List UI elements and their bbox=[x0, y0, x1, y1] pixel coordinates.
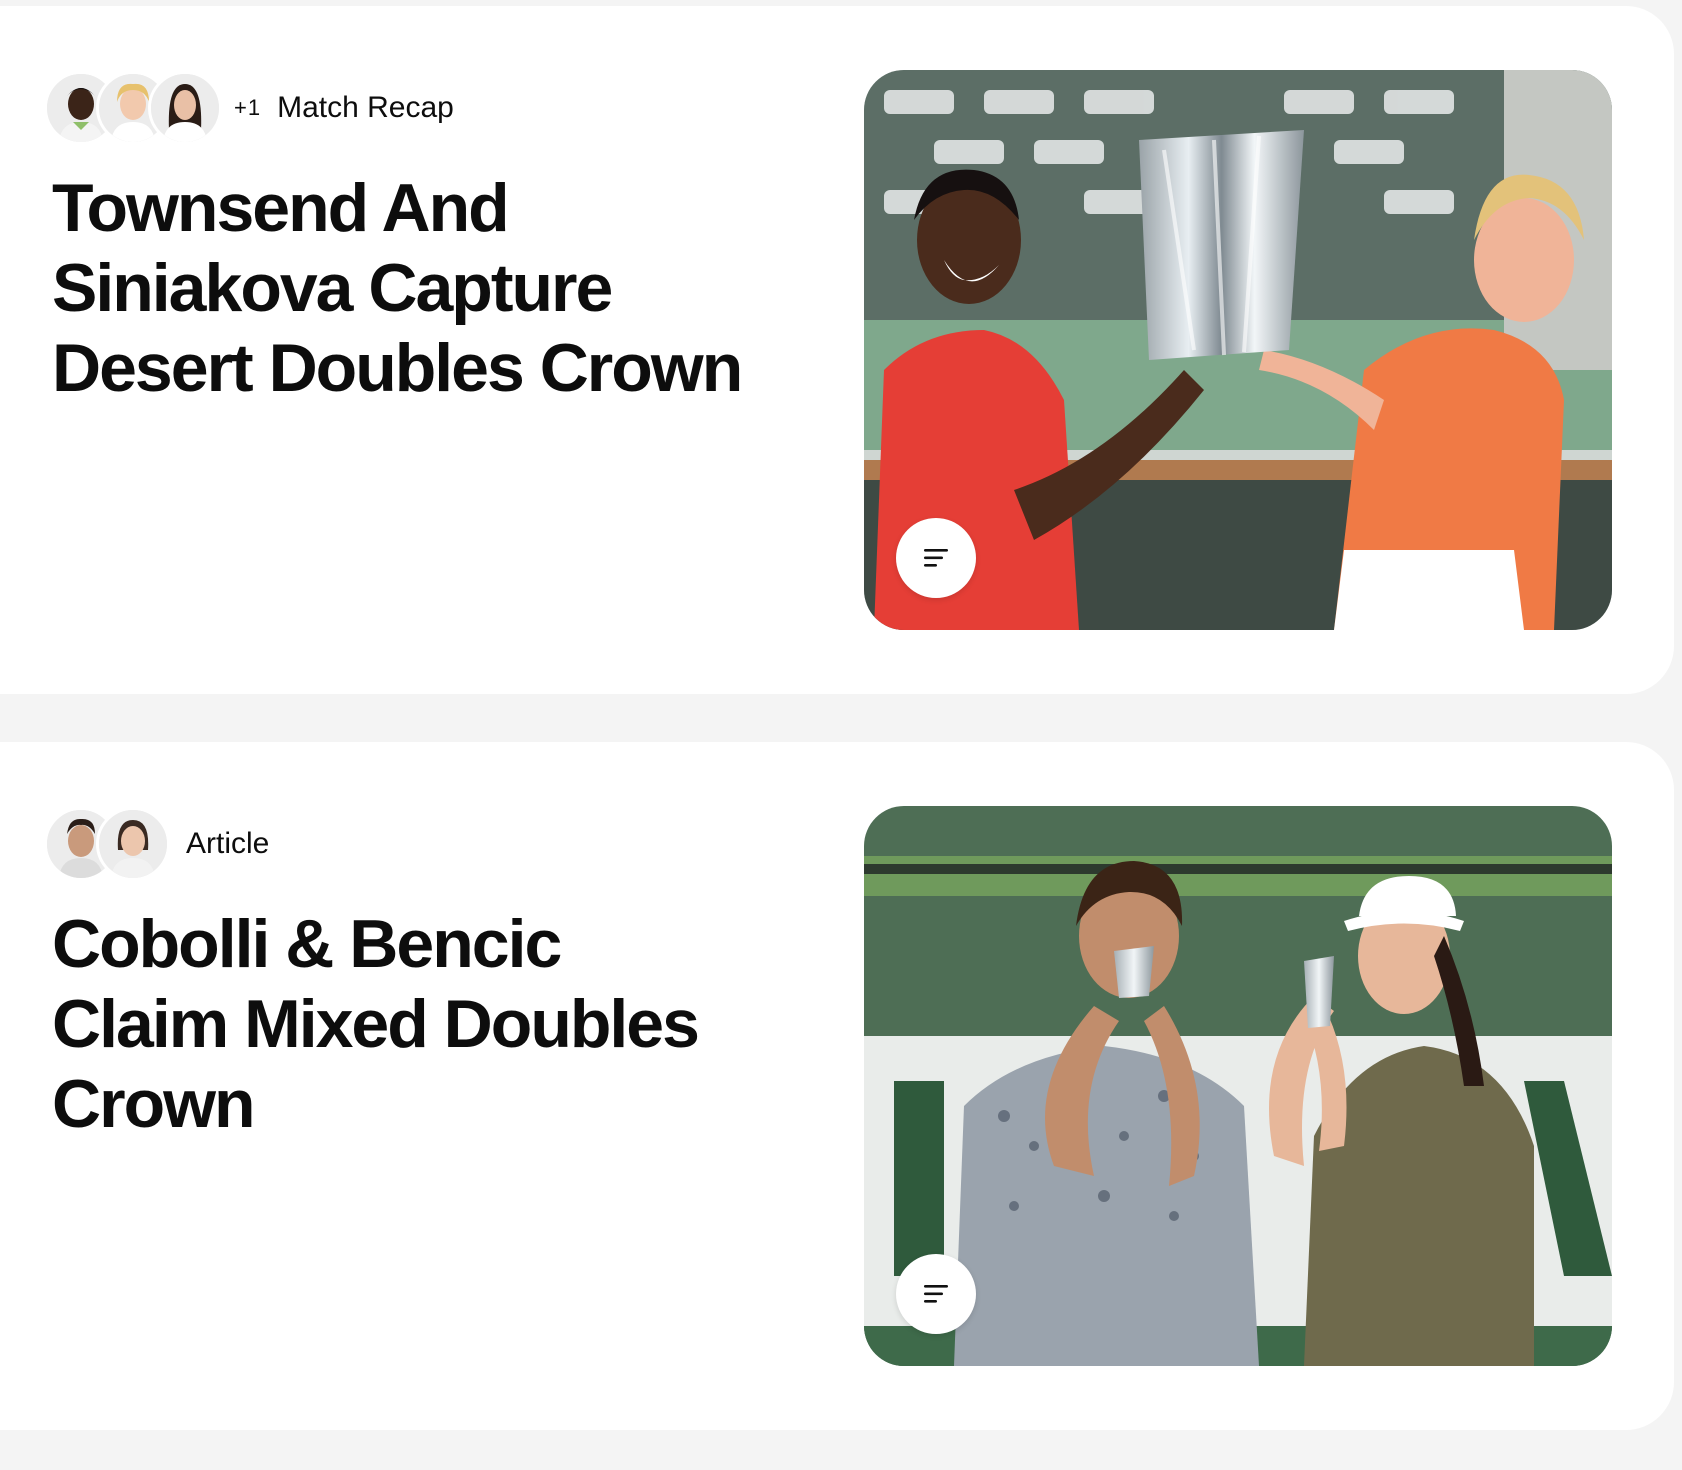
news-card[interactable]: Article Cobolli & Bencic Claim Mixed Dou… bbox=[0, 742, 1674, 1430]
article-title[interactable]: Townsend And Siniakova Capture Desert Do… bbox=[52, 168, 752, 408]
trophy-photo bbox=[864, 70, 1612, 630]
card-meta: +1 Match Recap bbox=[44, 70, 454, 146]
read-article-button[interactable] bbox=[896, 1254, 976, 1334]
avatar[interactable] bbox=[96, 807, 170, 881]
card-meta: Article bbox=[44, 806, 269, 882]
read-article-button[interactable] bbox=[896, 518, 976, 598]
menu-lines-icon bbox=[924, 549, 948, 567]
news-card[interactable]: +1 Match Recap Townsend And Siniakova Ca… bbox=[0, 6, 1674, 694]
article-photo[interactable] bbox=[864, 806, 1612, 1366]
avatar-group bbox=[44, 807, 170, 881]
article-title[interactable]: Cobolli & Bencic Claim Mixed Doubles Cro… bbox=[52, 904, 752, 1144]
avatar-group bbox=[44, 71, 222, 145]
extra-avatar-count: +1 bbox=[234, 95, 262, 120]
celebration-photo bbox=[864, 806, 1612, 1366]
news-feed: +1 Match Recap Townsend And Siniakova Ca… bbox=[0, 0, 1682, 1470]
avatar[interactable] bbox=[148, 71, 222, 145]
menu-lines-icon bbox=[924, 1285, 948, 1303]
content-type-label: Article bbox=[186, 827, 270, 860]
content-type-label: Match Recap bbox=[277, 91, 454, 124]
article-photo[interactable] bbox=[864, 70, 1612, 630]
